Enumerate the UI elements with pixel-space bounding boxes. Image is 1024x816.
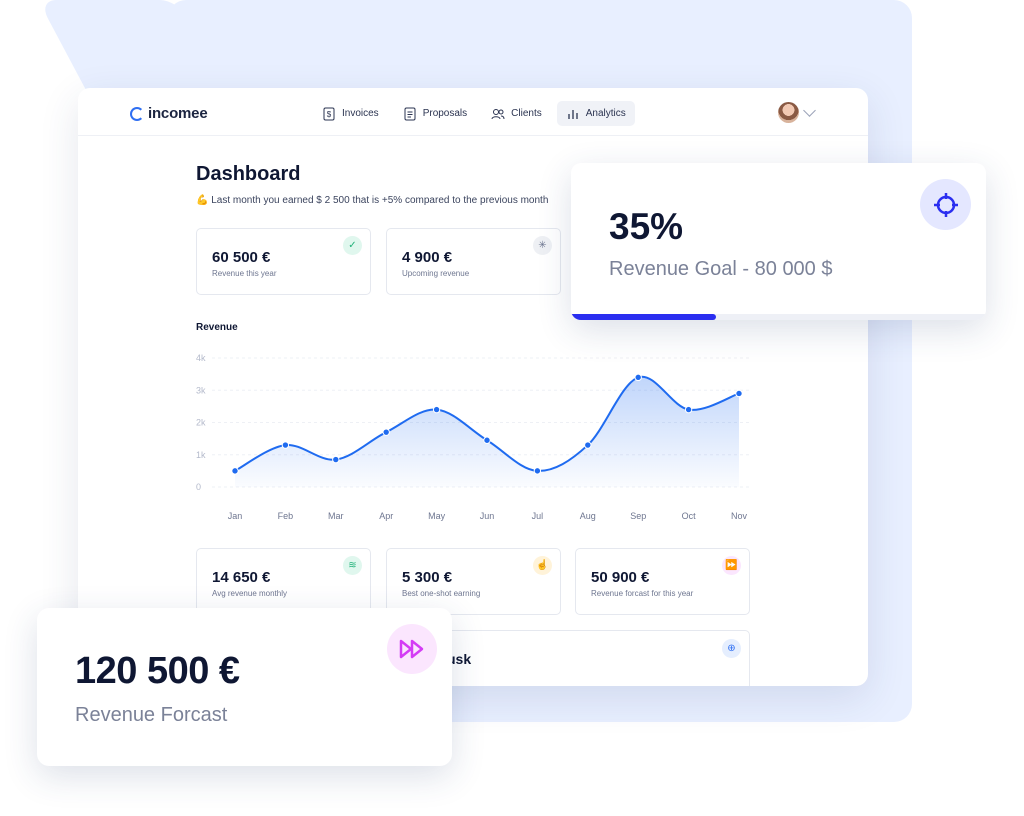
stat-card-upcoming-revenue: 4 900 € Upcoming revenue ✳ bbox=[386, 228, 561, 295]
stat-card-revenue-year: 60 500 € Revenue this year ✓ bbox=[196, 228, 371, 295]
data-point[interactable] bbox=[332, 455, 340, 464]
data-point[interactable] bbox=[231, 467, 239, 475]
y-tick-label: 3k bbox=[196, 385, 206, 395]
data-point[interactable] bbox=[634, 373, 642, 382]
add-user-icon[interactable]: ⊕ bbox=[722, 639, 741, 658]
nav-label: Analytics bbox=[585, 108, 626, 119]
bar-chart-icon bbox=[568, 109, 578, 119]
revenue-goal-card: 35% Revenue Goal - 80 000 $ bbox=[571, 163, 986, 320]
waves-icon: ≋ bbox=[343, 556, 362, 575]
svg-text:$: $ bbox=[327, 110, 332, 119]
stat-value: 14 650 € bbox=[212, 569, 271, 586]
nav-item-analytics[interactable]: Analytics bbox=[556, 101, 635, 126]
x-tick-label: Feb bbox=[278, 511, 294, 521]
dollar-doc-icon: $ bbox=[323, 107, 335, 120]
target-icon bbox=[920, 179, 971, 230]
check-circle-icon: ✓ bbox=[343, 236, 362, 255]
goal-label: Revenue Goal - 80 000 $ bbox=[609, 258, 833, 280]
logo-ring-icon bbox=[130, 106, 144, 121]
revenue-forecast-card: 120 500 € Revenue Forcast bbox=[37, 608, 452, 766]
data-point[interactable] bbox=[483, 436, 491, 444]
data-point[interactable] bbox=[432, 405, 441, 414]
nav-label: Clients bbox=[511, 108, 542, 119]
loader-icon: ✳ bbox=[533, 236, 552, 255]
muscle-emoji-icon: 💪 bbox=[196, 195, 209, 206]
subtitle-text: Last month you earned $ 2 500 that is +5… bbox=[211, 195, 549, 206]
nav-label: Invoices bbox=[342, 108, 379, 119]
page-subtitle: 💪 Last month you earned $ 2 500 that is … bbox=[196, 195, 548, 206]
nav-item-clients[interactable]: Clients bbox=[482, 101, 551, 126]
x-tick-label: Apr bbox=[379, 511, 393, 521]
user-menu[interactable] bbox=[778, 102, 816, 123]
page-title: Dashboard bbox=[196, 163, 301, 185]
x-tick-label: Jun bbox=[480, 511, 495, 521]
y-tick-label: 0 bbox=[196, 482, 201, 492]
nav-label: Proposals bbox=[422, 108, 468, 119]
fast-forward-icon: ⏩ bbox=[722, 556, 741, 575]
x-tick-label: Jan bbox=[228, 511, 243, 521]
nav-item-proposals[interactable]: Proposals bbox=[394, 101, 476, 126]
stat-value: 5 300 € bbox=[402, 569, 453, 586]
x-tick-label: Aug bbox=[580, 511, 596, 521]
goal-progress-fill bbox=[571, 314, 717, 320]
x-tick-label: Mar bbox=[328, 511, 344, 521]
y-tick-label: 1k bbox=[196, 450, 206, 460]
x-tick-label: Oct bbox=[682, 511, 697, 521]
data-point[interactable] bbox=[584, 441, 592, 449]
nav-item-invoices[interactable]: $ Invoices bbox=[313, 101, 388, 126]
stat-card-forecast-year: 50 900 € Revenue forcast for this year ⏩ bbox=[575, 548, 750, 615]
x-tick-label: May bbox=[428, 511, 446, 521]
doc-lines-icon bbox=[404, 107, 416, 120]
users-icon bbox=[491, 108, 505, 119]
stat-label: Avg revenue monthly bbox=[212, 589, 288, 598]
data-point[interactable] bbox=[281, 441, 290, 449]
stat-value: 60 500 € bbox=[212, 249, 271, 266]
revenue-area bbox=[235, 376, 739, 487]
stat-value: 4 900 € bbox=[402, 249, 453, 266]
data-point[interactable] bbox=[533, 467, 542, 475]
x-tick-label: Jul bbox=[532, 511, 544, 521]
brand-logo[interactable]: incomee bbox=[130, 105, 208, 122]
y-tick-label: 4k bbox=[196, 353, 206, 363]
avatar bbox=[778, 102, 799, 123]
chart-title: Revenue bbox=[196, 322, 238, 333]
x-tick-label: Sep bbox=[630, 511, 646, 521]
goal-percent: 35% bbox=[609, 206, 684, 247]
x-tick-label: Nov bbox=[731, 511, 748, 521]
forecast-value: 120 500 € bbox=[75, 650, 240, 692]
hand-pointer-icon: ☝ bbox=[533, 556, 552, 575]
stat-label: Best one-shot earning bbox=[402, 589, 481, 598]
revenue-chart: 0 1k 2k 3k 4k Jan Feb Mar Apr May Jun Jul Aug Sep Oct N… bbox=[196, 353, 749, 521]
stat-card-best-earning: 5 300 € Best one-shot earning ☝ bbox=[386, 548, 561, 615]
goal-progress-track bbox=[571, 314, 986, 320]
data-point[interactable] bbox=[382, 428, 390, 436]
fast-forward-icon bbox=[387, 624, 437, 674]
top-navbar: incomee $ Invoices Proposals Clients Ana… bbox=[78, 88, 868, 136]
data-point[interactable] bbox=[735, 389, 743, 398]
brand-name: incomee bbox=[148, 105, 208, 122]
stat-label: Revenue forcast for this year bbox=[591, 589, 694, 598]
main-nav: $ Invoices Proposals Clients Analytics bbox=[313, 101, 635, 126]
chevron-down-icon bbox=[803, 104, 816, 117]
stat-label: Upcoming revenue bbox=[402, 269, 470, 278]
stat-label: Revenue this year bbox=[212, 269, 277, 278]
data-point[interactable] bbox=[684, 405, 693, 414]
stat-card-avg-monthly: 14 650 € Avg revenue monthly ≋ bbox=[196, 548, 371, 615]
y-tick-label: 2k bbox=[196, 418, 206, 428]
forecast-label: Revenue Forcast bbox=[75, 704, 228, 726]
stat-value: 50 900 € bbox=[591, 569, 650, 586]
